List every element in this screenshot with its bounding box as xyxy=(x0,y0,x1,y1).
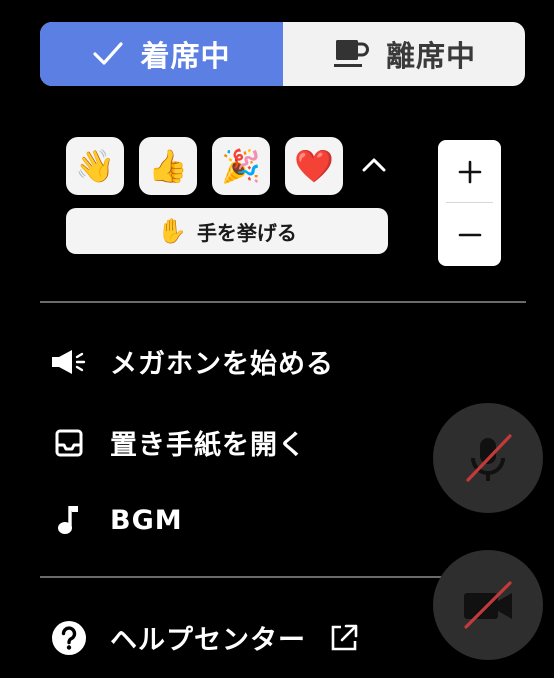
zoom-control xyxy=(438,140,501,266)
help-icon xyxy=(50,620,88,656)
raise-hand-button[interactable]: ✋ 手を挙げる xyxy=(66,208,388,254)
megaphone-icon xyxy=(50,347,88,377)
bgm-menu-item[interactable]: BGM xyxy=(50,503,183,537)
zoom-out-button[interactable] xyxy=(438,203,501,266)
external-link-icon xyxy=(331,624,358,650)
help-center-label: ヘルプセンター xyxy=(110,625,306,656)
zoom-in-button[interactable] xyxy=(438,140,501,203)
camera-toggle-button[interactable] xyxy=(433,550,543,660)
reaction-thumbsup-button[interactable]: 👍 xyxy=(139,137,197,195)
raised-hand-icon: ✋ xyxy=(157,217,187,245)
status-away-label: 離席中 xyxy=(385,39,476,73)
inbox-icon xyxy=(50,428,88,458)
presence-toggle: 着席中 離席中 xyxy=(40,22,525,86)
bgm-label: BGM xyxy=(110,504,183,536)
status-away-button[interactable]: 離席中 xyxy=(283,22,525,86)
plus-icon xyxy=(458,160,481,183)
help-center-menu-item[interactable]: ヘルプセンター xyxy=(50,618,360,657)
party-popper-icon: 🎉 xyxy=(221,147,261,185)
coffee-cup-icon xyxy=(333,40,369,67)
thumbs-up-icon: 👍 xyxy=(148,147,188,185)
zoom-divider xyxy=(446,202,493,203)
reaction-party-button[interactable]: 🎉 xyxy=(212,137,270,195)
letter-label: 置き手紙を開く xyxy=(110,430,306,461)
status-present-label: 着席中 xyxy=(140,39,231,73)
waving-hand-icon: 👋 xyxy=(75,147,115,185)
mic-off-icon xyxy=(466,434,512,482)
megaphone-menu-item[interactable]: メガホンを始める xyxy=(50,342,334,381)
chevron-up-icon[interactable] xyxy=(359,150,389,180)
divider-top xyxy=(40,301,526,303)
heart-icon: ❤️ xyxy=(294,147,334,185)
reaction-wave-button[interactable]: 👋 xyxy=(66,137,124,195)
mic-toggle-button[interactable] xyxy=(433,403,543,513)
raise-hand-label: 手を挙げる xyxy=(196,220,297,245)
megaphone-label: メガホンを始める xyxy=(110,349,334,380)
music-note-icon xyxy=(50,503,88,537)
reaction-bar: 👋 👍 🎉 ❤️ xyxy=(66,137,343,195)
reaction-heart-button[interactable]: ❤️ xyxy=(285,137,343,195)
status-present-button[interactable]: 着席中 xyxy=(40,22,283,86)
checkmark-icon xyxy=(93,42,124,65)
camera-off-icon xyxy=(464,581,512,629)
letter-menu-item[interactable]: 置き手紙を開く xyxy=(50,423,306,462)
minus-icon xyxy=(458,233,481,236)
